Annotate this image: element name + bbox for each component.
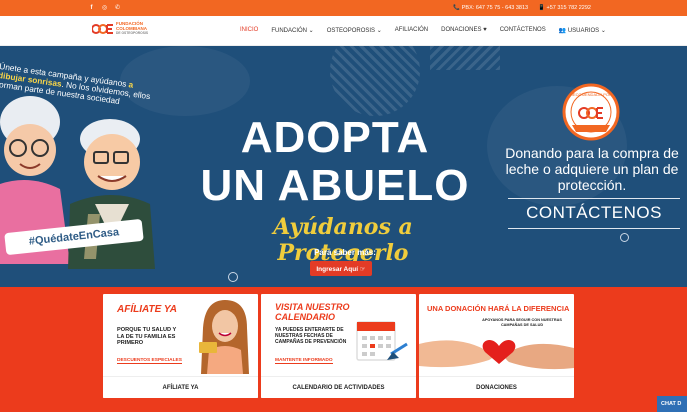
hands-heart-image — [419, 339, 574, 370]
card-footer[interactable]: DONACIONES — [419, 376, 574, 398]
decor-stripes — [430, 46, 500, 70]
site-logo[interactable]: FUNDACIÓN COLOMBIANA DE OSTEOPOROSIS — [92, 21, 149, 36]
smiling-woman-image — [199, 300, 249, 374]
main-navigation: FUNDACIÓN COLOMBIANA DE OSTEOPOROSIS INI… — [0, 16, 687, 46]
hero-banner: Únete a esta campaña y ayúdanos a dibuja… — [0, 46, 687, 287]
cell-phone: 📱 +57 315 782 2292 — [538, 5, 591, 11]
enter-here-button[interactable]: Ingresar Aquí ☞ — [310, 261, 372, 276]
decor-stripes — [330, 46, 420, 116]
menu-item-contactenos[interactable]: CONTÁCTENOS — [500, 27, 546, 34]
logo-text: FUNDACIÓN COLOMBIANA DE OSTEOPOROSIS — [116, 21, 149, 36]
contact-info: 📞 PBX: 647 75 75 - 643 3813 📱 +57 315 78… — [453, 5, 591, 11]
menu-item-osteoporosis[interactable]: OSTEOPOROSIS ⌄ — [327, 27, 382, 34]
contact-link[interactable]: CONTÁCTENOS — [508, 203, 680, 223]
learn-more-label: Para saber más: — [314, 248, 376, 257]
recommended-seal-icon: RECOMENDADO POR — [562, 83, 620, 141]
menu-item-fundacion[interactable]: FUNDACIÓN ⌄ — [271, 27, 313, 34]
top-bar: f ◎ ✆ 📞 PBX: 647 75 75 - 643 3813 📱 +57 … — [0, 0, 687, 16]
divider — [508, 228, 680, 229]
card-donaciones[interactable]: UNA DONACIÓN HARÁ LA DIFERENCIA APOYANOS… — [419, 294, 574, 398]
menu: INICIO FUNDACIÓN ⌄ OSTEOPOROSIS ⌄ AFILIA… — [240, 27, 606, 34]
card-afiliate[interactable]: AFÍLIATE YA PORQUE TU SALUD Y LA DE TU F… — [103, 294, 258, 398]
decor-circle — [620, 233, 629, 242]
facebook-icon[interactable]: f — [88, 4, 95, 11]
logo-mark-icon — [92, 24, 113, 34]
card-footer[interactable]: CALENDARIO DE ACTIVIDADES — [261, 376, 416, 398]
menu-item-donaciones[interactable]: DONACIONES ♥ — [441, 27, 487, 34]
card-footer[interactable]: AFÍLIATE YA — [103, 376, 258, 398]
menu-item-afiliacion[interactable]: AFILIACIÓN — [395, 27, 428, 34]
chat-widget-button[interactable]: CHAT D — [657, 396, 687, 412]
pbx-phone: 📞 PBX: 647 75 75 - 643 3813 — [453, 5, 529, 11]
seal-top-text: RECOMENDADO POR — [570, 92, 612, 97]
social-links: f ◎ ✆ — [88, 4, 121, 12]
hero-tagline: Ayúdanos a Protegerlo — [273, 214, 413, 266]
divider — [508, 198, 680, 199]
menu-item-inicio[interactable]: INICIO — [240, 27, 258, 34]
card-calendario[interactable]: VISITA NUESTRO CALENDARIO YA PUEDES ENTE… — [261, 294, 416, 398]
decor-circle — [228, 272, 238, 282]
hero-headline: ADOPTA UN ABUELO — [200, 113, 470, 210]
feature-cards-section: AFÍLIATE YA PORQUE TU SALUD Y LA DE TU F… — [0, 287, 687, 412]
donation-message: Donando para la compra de leche o adquie… — [505, 145, 679, 193]
instagram-icon[interactable]: ◎ — [101, 4, 108, 11]
calendar-icon — [356, 321, 408, 361]
whatsapp-icon[interactable]: ✆ — [114, 4, 121, 11]
menu-item-usuarios[interactable]: 👥 USUARIOS ⌄ — [559, 27, 606, 34]
